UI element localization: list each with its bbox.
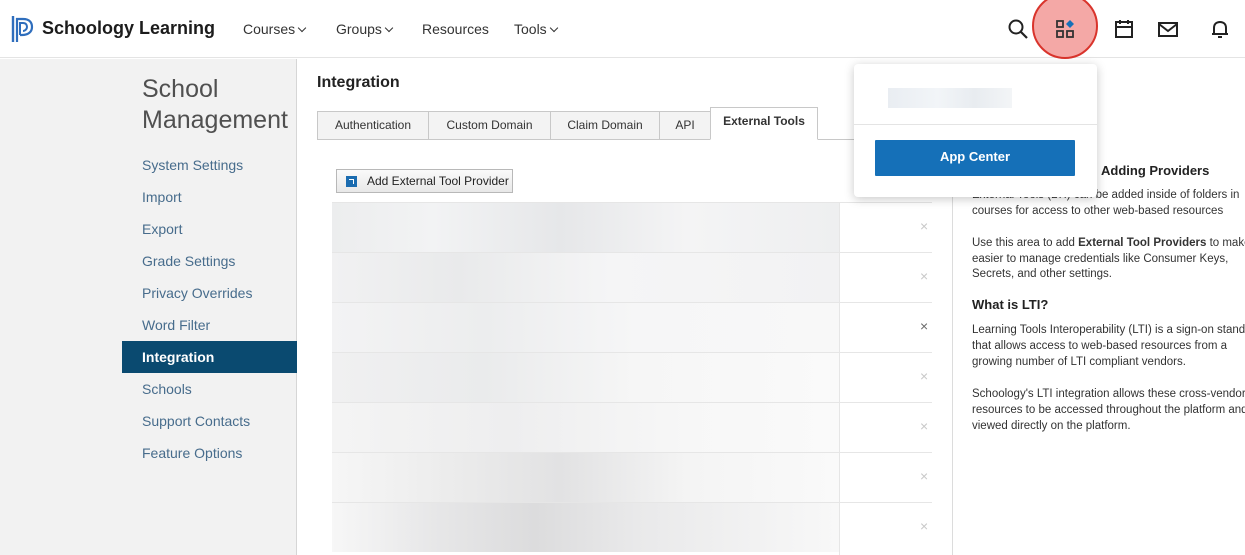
help-heading-adding-providers: Adding Providers bbox=[1101, 163, 1210, 178]
remove-icon[interactable]: × bbox=[920, 268, 928, 284]
tab-external-tools[interactable]: External Tools bbox=[710, 107, 818, 140]
page-title: Integration bbox=[317, 74, 400, 91]
redacted-cell bbox=[332, 453, 839, 502]
sidebar-item-word-filter[interactable]: Word Filter bbox=[122, 309, 297, 341]
redacted-cell bbox=[332, 303, 839, 352]
table-row: × bbox=[332, 452, 932, 502]
remove-icon[interactable]: × bbox=[920, 518, 928, 534]
apps-icon[interactable] bbox=[1053, 17, 1077, 41]
help-text-line: resources to be accessed throughout the … bbox=[972, 404, 1245, 416]
sidebar-item-integration[interactable]: Integration bbox=[122, 341, 297, 373]
remove-icon[interactable]: × bbox=[920, 218, 928, 234]
help-text-line: easier to manage credentials like Consum… bbox=[972, 253, 1229, 265]
table-row: × bbox=[332, 502, 932, 552]
table-row: × bbox=[332, 402, 932, 452]
redacted-cell bbox=[332, 503, 839, 552]
redacted-cell bbox=[332, 253, 839, 302]
top-navigation-bar: Schoology Learning Courses Groups Resour… bbox=[0, 0, 1245, 59]
redacted-cell bbox=[332, 403, 839, 452]
remove-icon[interactable]: × bbox=[920, 318, 928, 334]
help-text-fragment: Use this area to add bbox=[972, 237, 1079, 249]
add-external-tool-provider-label: Add External Tool Provider bbox=[367, 174, 509, 188]
help-text-line: Schoology's LTI integration allows these… bbox=[972, 388, 1245, 400]
bell-icon[interactable] bbox=[1208, 17, 1232, 41]
help-heading-what-is-lti: What is LTI? bbox=[972, 297, 1049, 312]
tab-claim-domain[interactable]: Claim Domain bbox=[550, 111, 660, 140]
sidebar-item-support-contacts[interactable]: Support Contacts bbox=[122, 405, 297, 437]
help-panel: Adding Providers External Tools (LTI) ca… bbox=[952, 140, 1245, 555]
schoology-logo-icon[interactable] bbox=[10, 14, 36, 44]
chevron-down-icon bbox=[384, 23, 394, 33]
sidebar-item-system-settings[interactable]: System Settings bbox=[122, 149, 297, 181]
sidebar-item-schools[interactable]: Schools bbox=[122, 373, 297, 405]
tab-custom-domain[interactable]: Custom Domain bbox=[428, 111, 551, 140]
nav-groups[interactable]: Groups bbox=[336, 21, 394, 37]
help-text-line: viewed directly on the platform. bbox=[972, 420, 1131, 432]
redacted-cell bbox=[332, 353, 839, 402]
add-external-tool-provider-button[interactable]: Add External Tool Provider bbox=[336, 169, 513, 193]
help-text-line: growing number of LTI compliant vendors. bbox=[972, 356, 1186, 368]
sidebar-item-import[interactable]: Import bbox=[122, 181, 297, 213]
help-text-line: that allows access to web-based resource… bbox=[972, 340, 1228, 352]
tab-api[interactable]: API bbox=[659, 111, 711, 140]
sidebar-item-export[interactable]: Export bbox=[122, 213, 297, 245]
school-management-sidebar: School Management System Settings Import… bbox=[0, 59, 297, 555]
nav-tools[interactable]: Tools bbox=[514, 21, 558, 37]
help-text-line: courses for access to other web-based re… bbox=[972, 205, 1224, 217]
dropdown-divider bbox=[854, 124, 1097, 125]
search-icon[interactable] bbox=[1006, 17, 1030, 41]
sidebar-item-grade-settings[interactable]: Grade Settings bbox=[122, 245, 297, 277]
help-text-fragment: to make it bbox=[1209, 237, 1245, 249]
nav-resources-label: Resources bbox=[422, 21, 489, 37]
chevron-down-icon bbox=[297, 23, 307, 33]
chevron-down-icon bbox=[549, 23, 558, 33]
redacted-app-name bbox=[888, 88, 1012, 108]
brand-name[interactable]: Schoology Learning bbox=[42, 18, 215, 39]
help-text-line: Use this area to add External Tool Provi… bbox=[972, 236, 1245, 252]
sidebar-title-line1: School bbox=[142, 75, 219, 103]
redacted-cell bbox=[332, 203, 839, 252]
nav-resources[interactable]: Resources bbox=[422, 21, 489, 37]
external-link-icon bbox=[346, 176, 357, 187]
help-text-bold: External Tool Providers bbox=[1078, 237, 1207, 249]
sidebar-item-feature-options[interactable]: Feature Options bbox=[122, 437, 297, 469]
remove-icon[interactable]: × bbox=[920, 418, 928, 434]
sidebar-title-line2: Management bbox=[142, 106, 288, 134]
sidebar-item-privacy-overrides[interactable]: Privacy Overrides bbox=[122, 277, 297, 309]
mail-icon[interactable] bbox=[1156, 17, 1180, 41]
external-tools-table: × × × × × × × bbox=[332, 202, 932, 555]
table-row: × bbox=[332, 252, 932, 302]
help-text-line: Learning Tools Interoperability (LTI) is… bbox=[972, 324, 1245, 336]
table-row: × bbox=[332, 302, 932, 352]
table-row: × bbox=[332, 352, 932, 402]
nav-courses[interactable]: Courses bbox=[243, 21, 307, 37]
nav-groups-label: Groups bbox=[336, 21, 382, 37]
sidebar-title: School Management bbox=[142, 74, 288, 136]
table-row: × bbox=[332, 202, 932, 252]
help-text-line: Secrets, and other settings. bbox=[972, 268, 1112, 280]
app-center-button[interactable]: App Center bbox=[875, 140, 1075, 176]
tab-authentication[interactable]: Authentication bbox=[317, 111, 429, 140]
apps-dropdown-menu: App Center bbox=[854, 64, 1097, 197]
calendar-icon[interactable] bbox=[1112, 17, 1136, 41]
remove-icon[interactable]: × bbox=[920, 368, 928, 384]
remove-icon[interactable]: × bbox=[920, 468, 928, 484]
nav-tools-label: Tools bbox=[514, 21, 547, 37]
nav-courses-label: Courses bbox=[243, 21, 296, 37]
